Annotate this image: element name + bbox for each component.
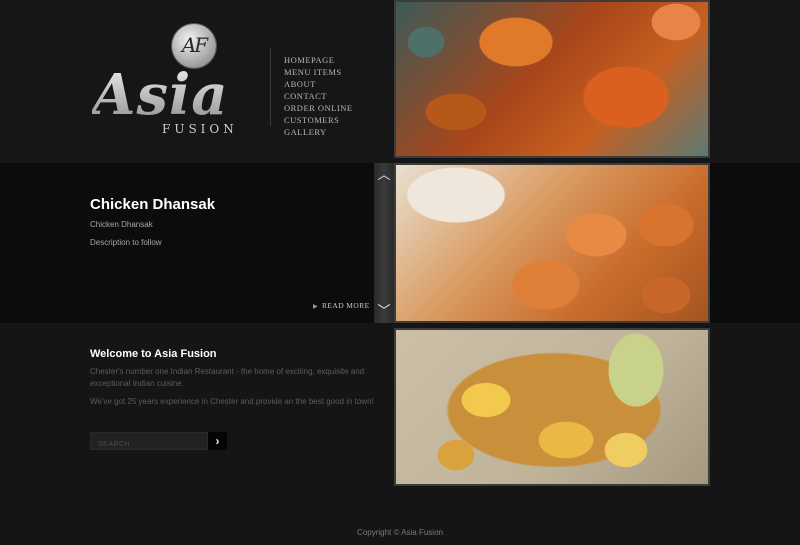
read-more-label: READ MORE [322, 301, 370, 310]
slide-title: Chicken Dhansak [90, 196, 216, 213]
nav-item-menu-items[interactable]: MENU ITEMS [284, 66, 353, 78]
welcome-paragraph: We've got 25 years experience in Chester… [90, 397, 374, 406]
slide-description: Description to follow [90, 238, 162, 247]
slider-up-button[interactable]: ︿ [374, 165, 394, 185]
welcome-paragraph: Chester's number one Indian Restaurant -… [90, 367, 365, 388]
nav-divider [270, 48, 271, 126]
logo-wordmark: Asia [92, 62, 229, 128]
search-submit-button[interactable]: › [208, 432, 227, 450]
slide-food-photo [394, 163, 710, 323]
nav-item-contact[interactable]: CONTACT [284, 90, 353, 102]
main-nav: HOMEPAGE MENU ITEMS ABOUT CONTACT ORDER … [284, 54, 353, 138]
slider-down-button[interactable]: ﹀ [374, 301, 394, 321]
read-more-link[interactable]: ▶ READ MORE [313, 301, 370, 310]
welcome-heading: Welcome to Asia Fusion [90, 348, 217, 360]
nav-item-customers[interactable]: CUSTOMERS [284, 114, 353, 126]
welcome-food-photo [394, 328, 710, 486]
chevron-right-icon: › [215, 434, 220, 448]
search-field [90, 432, 208, 453]
slider-controls: ︿ ﹀ [374, 163, 394, 323]
header-food-photo [394, 0, 710, 158]
nav-item-homepage[interactable]: HOMEPAGE [284, 54, 353, 66]
logo[interactable]: AF Asia FUSION [92, 22, 252, 140]
chevron-down-icon: ﹀ [377, 303, 391, 318]
logo-subtitle: FUSION [162, 122, 238, 136]
slide-subtitle: Chicken Dhansak [90, 220, 153, 229]
page: AF Asia FUSION HOMEPAGE MENU ITEMS ABOUT… [0, 0, 800, 545]
search-input[interactable] [91, 436, 208, 453]
footer-copyright: Copyright © Asia Fusion [357, 528, 443, 537]
nav-item-gallery[interactable]: GALLERY [284, 126, 353, 138]
logo-monogram: AF [181, 33, 208, 57]
chevron-up-icon: ︿ [377, 167, 391, 182]
triangle-right-icon: ▶ [313, 304, 319, 310]
nav-item-order-online[interactable]: ORDER ONLINE [284, 102, 353, 114]
nav-item-about[interactable]: ABOUT [284, 78, 353, 90]
